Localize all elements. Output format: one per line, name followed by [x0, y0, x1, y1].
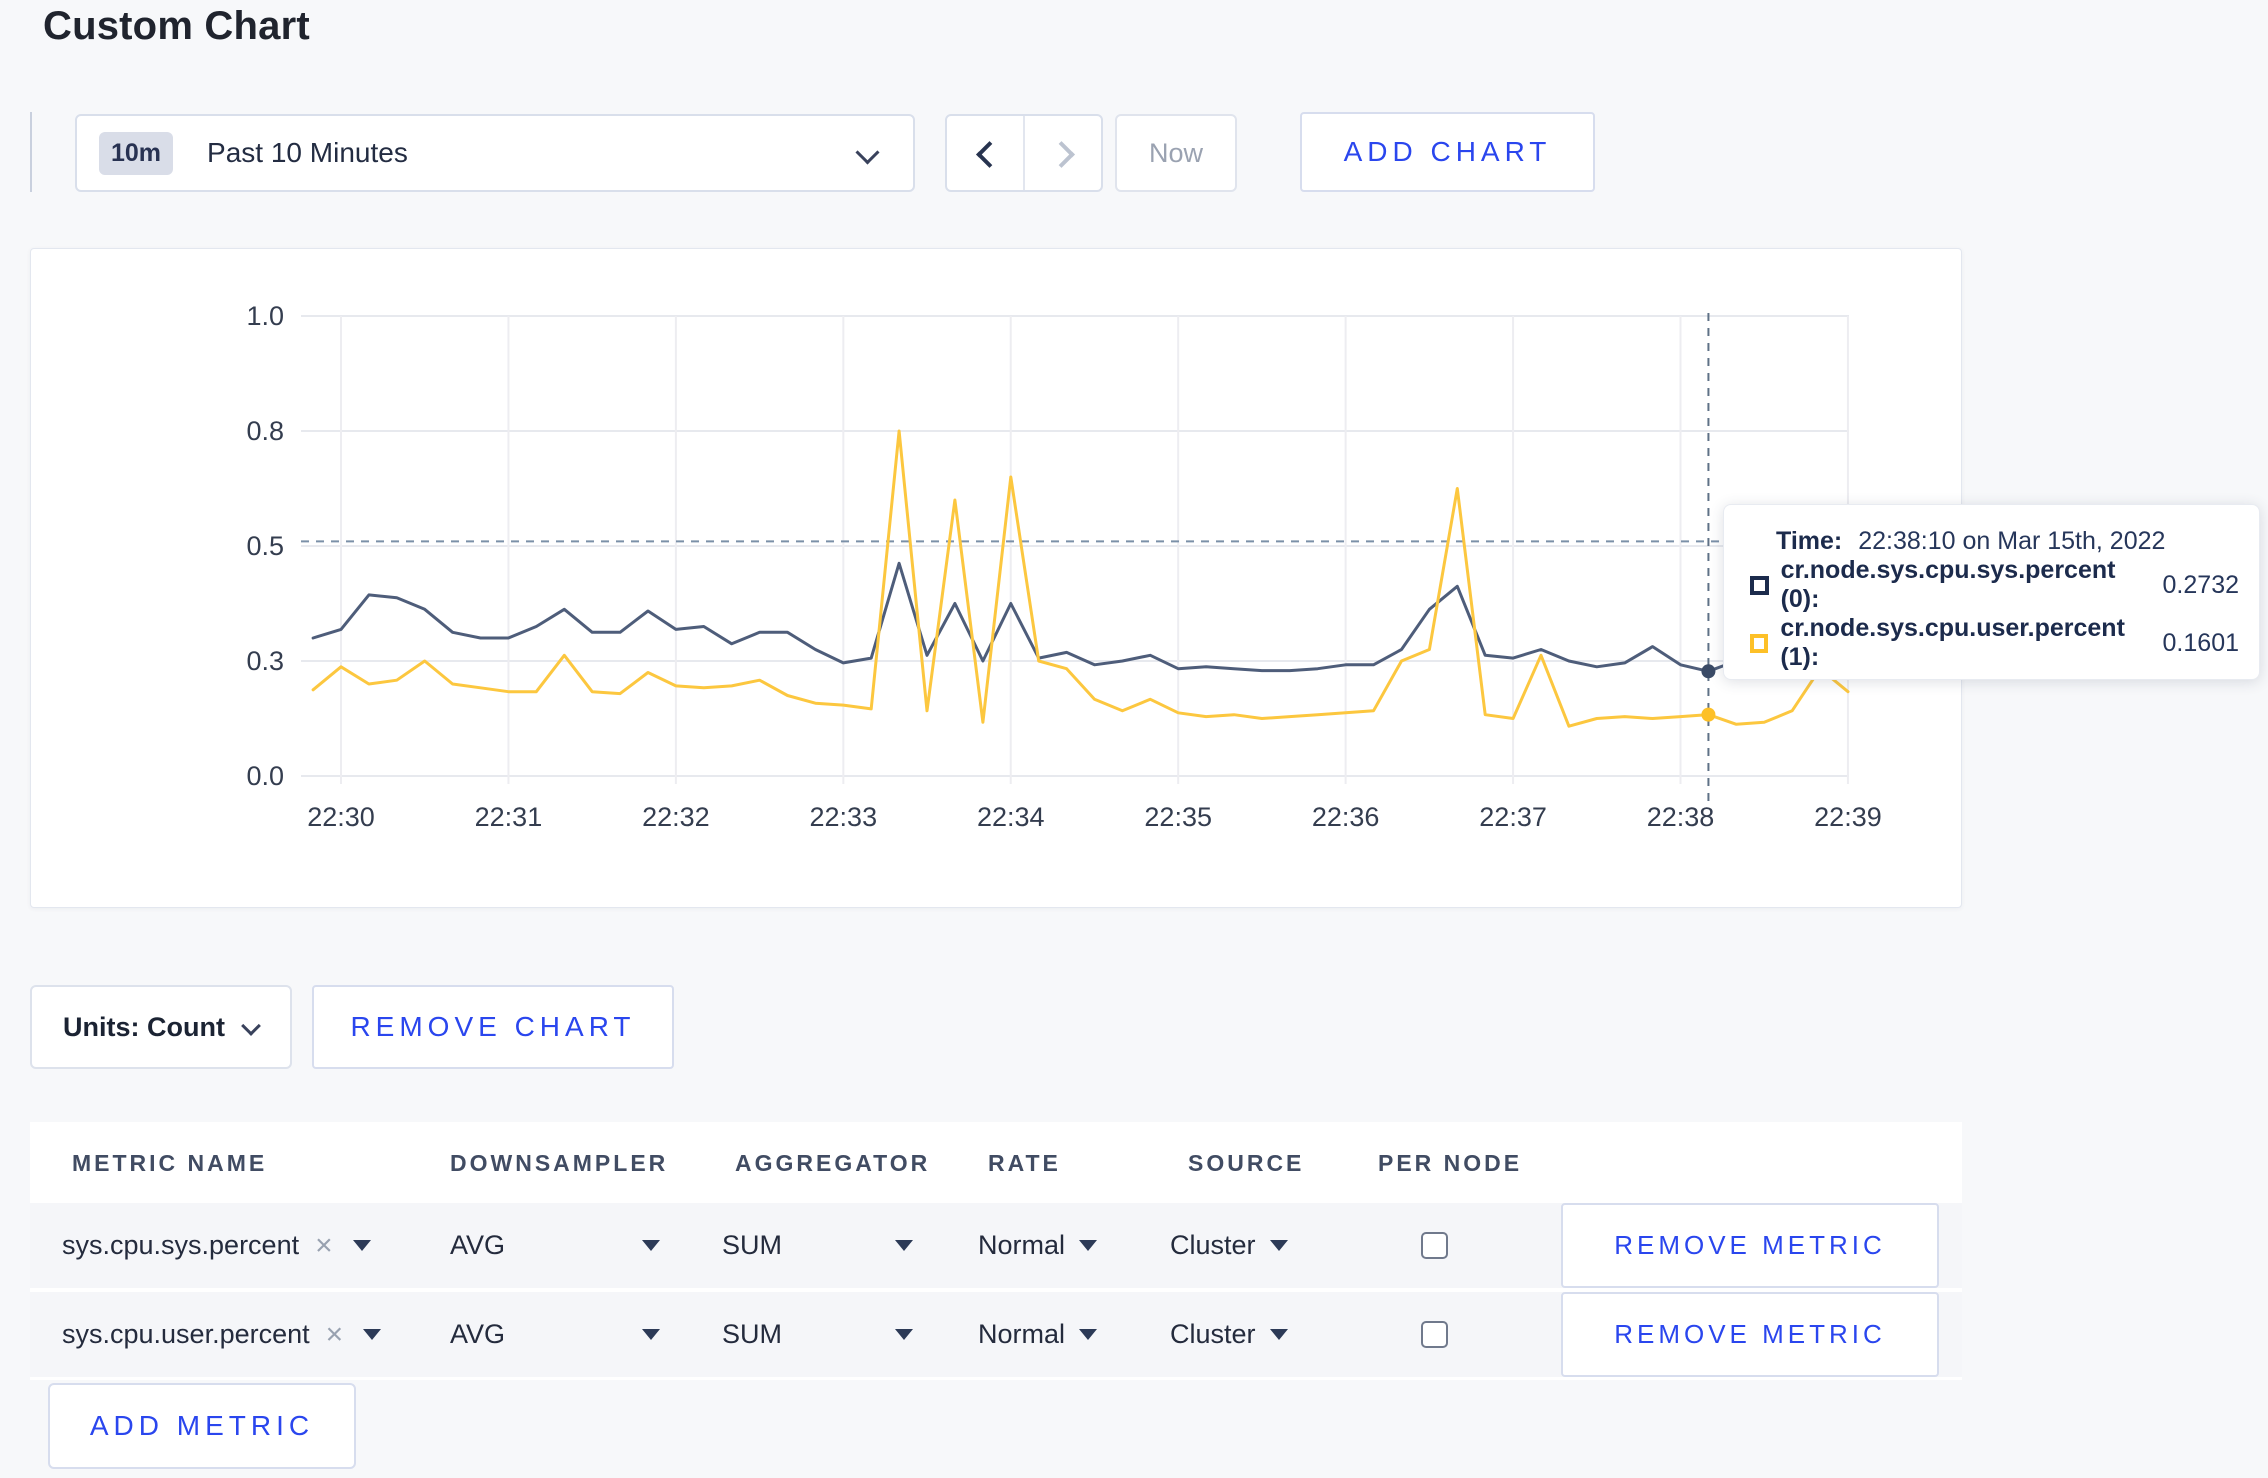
tooltip-series-row: cr.node.sys.cpu.user.percent (1): 0.1601: [1750, 614, 2239, 672]
col-header-downsampler: DOWNSAMPLER: [450, 1150, 669, 1176]
metrics-table-header: METRIC NAME DOWNSAMPLER AGGREGATOR RATE …: [30, 1122, 1962, 1203]
chart-tooltip: Time: 22:38:10 on Mar 15th, 2022 cr.node…: [1723, 504, 2260, 680]
control-row-divider: [30, 112, 32, 192]
time-range-select[interactable]: 10m Past 10 Minutes: [75, 114, 915, 192]
rate-value: Normal: [978, 1319, 1066, 1349]
downsampler-dropdown-icon[interactable]: [642, 1240, 660, 1251]
y-axis-tick-label: 1.0: [246, 301, 284, 331]
aggregator-dropdown-icon[interactable]: [895, 1329, 913, 1340]
add-metric-button[interactable]: ADD METRIC: [48, 1383, 356, 1469]
x-axis-tick-label: 22:32: [642, 802, 710, 832]
close-icon[interactable]: ×: [315, 1229, 333, 1263]
x-axis-tick-label: 22:31: [475, 802, 543, 832]
aggregator-dropdown-icon[interactable]: [895, 1240, 913, 1251]
tooltip-series-label: cr.node.sys.cpu.sys.percent (0):: [1780, 556, 2116, 613]
tooltip-time-row: Time: 22:38:10 on Mar 15th, 2022: [1750, 527, 2239, 556]
page-title: Custom Chart: [43, 4, 310, 48]
x-axis-tick-label: 22:30: [307, 802, 375, 832]
x-axis-tick-label: 22:37: [1479, 802, 1547, 832]
aggregator-value: SUM: [722, 1319, 782, 1349]
tooltip-series-row: cr.node.sys.cpu.sys.percent (0): 0.2732: [1750, 556, 2239, 614]
col-header-rate: RATE: [988, 1150, 1061, 1176]
series-user-swatch-icon: [1750, 633, 1769, 653]
source-value: Cluster: [1170, 1319, 1256, 1349]
downsampler-cell[interactable]: AVG: [450, 1203, 505, 1288]
y-axis-tick-label: 0.8: [246, 416, 284, 446]
chart-panel: 0.0 0.3 0.5 0.8 1.0 22:30 22:31 22:32 22:33 22:34…: [30, 248, 2260, 908]
col-header-metric-name: METRIC NAME: [72, 1150, 268, 1176]
highlight-dot-sys: [1701, 664, 1716, 679]
metric-name-cell: sys.cpu.user.percent ×: [62, 1292, 382, 1377]
per-node-checkbox[interactable]: [1421, 1232, 1448, 1259]
chevron-right-icon: [1052, 142, 1074, 164]
time-range-label: Past 10 Minutes: [207, 137, 408, 168]
chevron-left-icon: [974, 142, 996, 164]
source-dropdown-icon: [1269, 1329, 1288, 1340]
remove-metric-button[interactable]: REMOVE METRIC: [1561, 1292, 1939, 1377]
per-node-cell: [1421, 1292, 1448, 1377]
units-select[interactable]: Units: Count: [30, 985, 292, 1069]
tooltip-series-label: cr.node.sys.cpu.user.percent (1):: [1780, 614, 2125, 671]
per-node-checkbox[interactable]: [1421, 1321, 1448, 1348]
aggregator-value: SUM: [722, 1230, 782, 1260]
x-axis-tick-label: 22:34: [977, 802, 1045, 832]
source-value: Cluster: [1170, 1230, 1256, 1260]
downsampler-value: AVG: [450, 1230, 506, 1260]
aggregator-cell[interactable]: SUM: [722, 1292, 782, 1377]
y-axis-tick-label: 0.5: [246, 531, 284, 561]
metrics-table: METRIC NAME DOWNSAMPLER AGGREGATOR RATE …: [30, 1122, 1962, 1380]
prev-time-button[interactable]: [947, 116, 1023, 190]
col-header-source: SOURCE: [1188, 1150, 1305, 1176]
series-line-sys: [311, 561, 1850, 673]
rate-dropdown-icon: [1079, 1329, 1098, 1340]
table-row: sys.cpu.user.percent × AVG SUM Normal Cl…: [30, 1292, 1962, 1377]
x-axis-tick-label: 22:33: [810, 802, 878, 832]
source-dropdown-icon: [1269, 1240, 1288, 1251]
col-header-aggregator: AGGREGATOR: [735, 1150, 931, 1176]
rate-cell[interactable]: Normal: [978, 1203, 1098, 1288]
x-axis-tick-label: 22:36: [1312, 802, 1380, 832]
now-button[interactable]: Now: [1115, 114, 1237, 192]
tooltip-series-value: 0.2732: [2162, 570, 2239, 599]
source-cell[interactable]: Cluster: [1170, 1203, 1288, 1288]
rate-value: Normal: [978, 1230, 1066, 1260]
downsampler-cell[interactable]: AVG: [450, 1292, 505, 1377]
metric-name-value: sys.cpu.sys.percent: [62, 1230, 300, 1260]
next-time-button[interactable]: [1023, 116, 1101, 190]
series-sys-swatch-icon: [1750, 575, 1769, 595]
y-axis-tick-label: 0.3: [246, 646, 284, 676]
metric-name-cell: sys.cpu.sys.percent ×: [62, 1203, 371, 1288]
col-header-per-node: PER NODE: [1378, 1150, 1523, 1176]
remove-metric-button[interactable]: REMOVE METRIC: [1561, 1203, 1939, 1288]
tooltip-series-value: 0.1601: [2162, 628, 2239, 657]
y-axis-tick-label: 0.0: [246, 761, 284, 791]
x-axis-tick-label: 22:39: [1814, 802, 1882, 832]
tooltip-time-label: Time:: [1776, 527, 1843, 555]
rate-cell[interactable]: Normal: [978, 1292, 1098, 1377]
aggregator-cell[interactable]: SUM: [722, 1203, 782, 1288]
per-node-cell: [1421, 1203, 1448, 1288]
downsampler-dropdown-icon[interactable]: [642, 1329, 660, 1340]
time-pager: [945, 114, 1103, 192]
series-line-user: [311, 429, 1850, 728]
remove-chart-button[interactable]: REMOVE CHART: [312, 985, 674, 1069]
units-label: Units: Count: [63, 1011, 225, 1042]
add-chart-button[interactable]: ADD CHART: [1300, 112, 1595, 192]
chevron-down-icon: [243, 1019, 259, 1035]
metric-name-value: sys.cpu.user.percent: [62, 1319, 310, 1349]
timeseries-chart[interactable]: 0.0 0.3 0.5 0.8 1.0 22:30 22:31 22:32 22:33 22:34…: [31, 249, 1961, 907]
x-axis-tick-label: 22:35: [1144, 802, 1212, 832]
chevron-down-icon[interactable]: [363, 1329, 382, 1340]
highlight-dot-user: [1701, 707, 1716, 722]
tooltip-time-value: 22:38:10 on Mar 15th, 2022: [1858, 527, 2166, 555]
x-axis-tick-label: 22:38: [1647, 802, 1715, 832]
downsampler-value: AVG: [450, 1319, 506, 1349]
table-row: sys.cpu.sys.percent × AVG SUM Normal Clu…: [30, 1203, 1962, 1288]
chevron-down-icon[interactable]: [352, 1240, 371, 1251]
close-icon[interactable]: ×: [326, 1318, 344, 1352]
source-cell[interactable]: Cluster: [1170, 1292, 1288, 1377]
rate-dropdown-icon: [1079, 1240, 1098, 1251]
time-range-badge: 10m: [99, 131, 174, 175]
chevron-down-icon: [857, 142, 879, 164]
